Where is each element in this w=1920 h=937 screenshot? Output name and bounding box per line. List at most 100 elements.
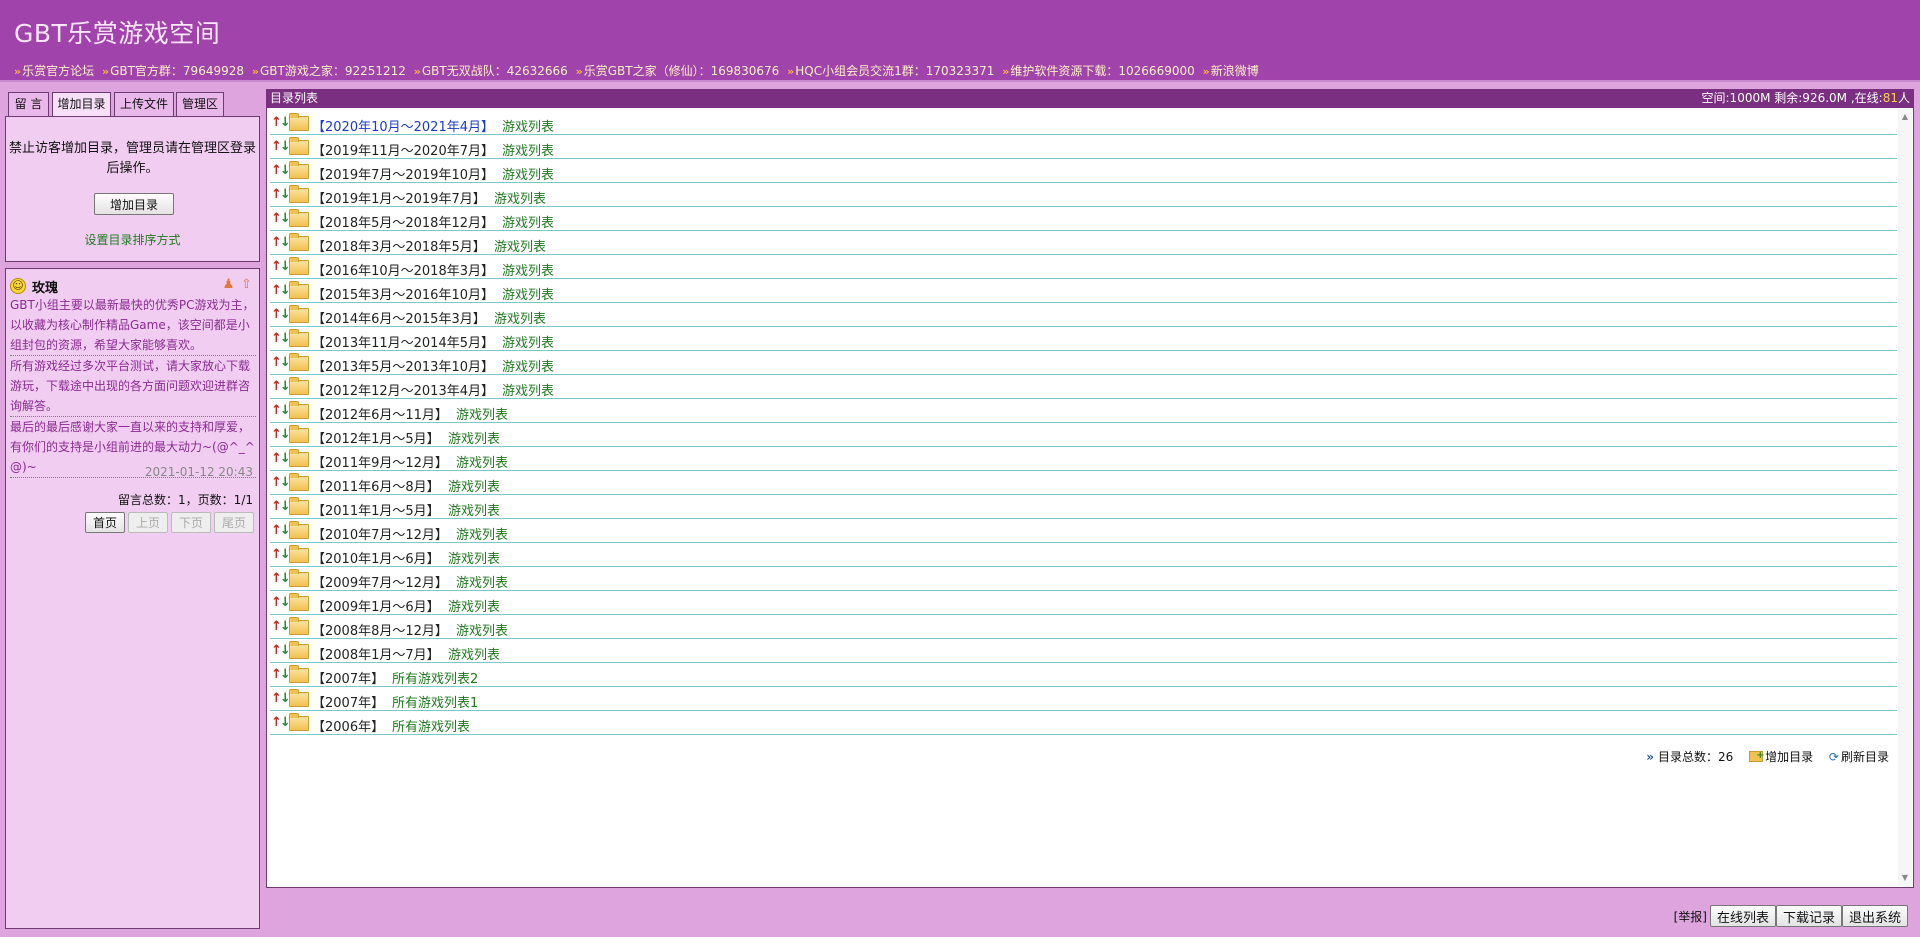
directory-name[interactable]: 【2011年9月～12月】 [312,452,448,471]
directory-row[interactable]: ↑↓ 【2012年12月～2013年4月】 游戏列表 [270,375,1897,399]
sort-handle-icon[interactable]: ↑↓ [271,282,291,299]
user-icon[interactable]: ♟ [221,277,236,292]
sort-handle-icon[interactable]: ↑↓ [271,642,291,659]
scroll-up-icon[interactable]: ▲ [1898,111,1912,123]
sort-handle-icon[interactable]: ↑↓ [271,570,291,587]
directory-name[interactable]: 【2011年6月～8月】 [312,476,440,495]
directory-row[interactable]: ↑↓ 【2008年8月～12月】 游戏列表 [270,615,1897,639]
header-link-hqc-group[interactable]: HQC小组会员交流1群：170323371 [795,64,994,78]
directory-name[interactable]: 【2007年】 [312,692,384,711]
sort-handle-icon[interactable]: ↑↓ [271,162,291,179]
directory-row[interactable]: ↑↓ 【2016年10月～2018年3月】 游戏列表 [270,255,1897,279]
directory-row[interactable]: ↑↓ 【2013年11月～2014年5月】 游戏列表 [270,327,1897,351]
sort-handle-icon[interactable]: ↑↓ [271,210,291,227]
report-link[interactable]: [举报] [1674,910,1707,924]
sort-handle-icon[interactable]: ↑↓ [271,138,291,155]
directory-row[interactable]: ↑↓ 【2008年1月～7月】 游戏列表 [270,639,1897,663]
directory-name[interactable]: 【2012年12月～2013年4月】 [312,380,494,399]
directory-row[interactable]: ↑↓ 【2010年1月～6月】 游戏列表 [270,543,1897,567]
prev-page-button[interactable]: 上页 [127,512,168,533]
download-history-button[interactable]: 下载记录 [1775,905,1842,927]
header-link-weibo[interactable]: 新浪微博 [1211,64,1259,78]
header-link-gbt-home[interactable]: 乐赏GBT之家（修仙）：169830676 [584,64,780,78]
directory-row[interactable]: ↑↓ 【2015年3月～2016年10月】 游戏列表 [270,279,1897,303]
sort-handle-icon[interactable]: ↑↓ [271,714,291,731]
tab-admin[interactable]: 管理区 [176,92,224,116]
directory-row[interactable]: ↑↓ 【2019年1月～2019年7月】 游戏列表 [270,183,1897,207]
tab-upload[interactable]: 上传文件 [114,92,174,116]
directory-row[interactable]: ↑↓ 【2011年6月～8月】 游戏列表 [270,471,1897,495]
directory-name[interactable]: 【2014年6月～2015年3月】 [312,308,486,327]
sort-handle-icon[interactable]: ↑↓ [271,186,291,203]
directory-name[interactable]: 【2020年10月～2021年4月】 [312,116,494,135]
directory-row[interactable]: ↑↓ 【2011年1月～5月】 游戏列表 [270,495,1897,519]
directory-row[interactable]: ↑↓ 【2018年5月～2018年12月】 游戏列表 [270,207,1897,231]
directory-name[interactable]: 【2011年1月～5月】 [312,500,440,519]
sort-handle-icon[interactable]: ↑↓ [271,522,291,539]
next-page-button[interactable]: 下页 [170,512,211,533]
directory-row[interactable]: ↑↓ 【2020年10月～2021年4月】 游戏列表 [270,111,1897,135]
directory-name[interactable]: 【2008年8月～12月】 [312,620,448,639]
sort-handle-icon[interactable]: ↑↓ [271,618,291,635]
first-page-button[interactable]: 首页 [84,512,125,533]
directory-name[interactable]: 【2010年1月～6月】 [312,548,440,567]
sort-handle-icon[interactable]: ↑↓ [271,354,291,371]
directory-row[interactable]: ↑↓ 【2019年7月～2019年10月】 游戏列表 [270,159,1897,183]
directory-name[interactable]: 【2019年7月～2019年10月】 [312,164,494,183]
directory-name[interactable]: 【2012年6月～11月】 [312,404,448,423]
sort-handle-icon[interactable]: ↑↓ [271,426,291,443]
directory-row[interactable]: ↑↓ 【2013年5月～2013年10月】 游戏列表 [270,351,1897,375]
sort-handle-icon[interactable]: ↑↓ [271,474,291,491]
tab-messages[interactable]: 留 言 [8,92,49,116]
directory-row[interactable]: ↑↓ 【2012年6月～11月】 游戏列表 [270,399,1897,423]
directory-row[interactable]: ↑↓ 【2018年3月～2018年5月】 游戏列表 [270,231,1897,255]
sort-handle-icon[interactable]: ↑↓ [271,498,291,515]
header-link-software[interactable]: 维护软件资源下载：1026669000 [1010,64,1194,78]
scroll-down-icon[interactable]: ▼ [1898,872,1912,884]
sort-handle-icon[interactable]: ↑↓ [271,546,291,563]
directory-name[interactable]: 【2019年1月～2019年7月】 [312,188,486,207]
sort-handle-icon[interactable]: ↑↓ [271,666,291,683]
sort-handle-icon[interactable]: ↑↓ [271,594,291,611]
header-link-forum[interactable]: 乐赏官方论坛 [22,64,94,78]
directory-row[interactable]: ↑↓ 【2009年1月～6月】 游戏列表 [270,591,1897,615]
directory-name[interactable]: 【2009年7月～12月】 [312,572,448,591]
directory-name[interactable]: 【2016年10月～2018年3月】 [312,260,494,279]
directory-name[interactable]: 【2010年7月～12月】 [312,524,448,543]
directory-row[interactable]: ↑↓ 【2010年7月～12月】 游戏列表 [270,519,1897,543]
last-page-button[interactable]: 尾页 [213,512,254,533]
sort-handle-icon[interactable]: ↑↓ [271,690,291,707]
tab-add-directory[interactable]: 增加目录 [52,92,111,117]
directory-row[interactable]: ↑↓ 【2009年7月～12月】 游戏列表 [270,567,1897,591]
directory-row[interactable]: ↑↓ 【2011年9月～12月】 游戏列表 [270,447,1897,471]
directory-row[interactable]: ↑↓ 【2012年1月～5月】 游戏列表 [270,423,1897,447]
directory-name[interactable]: 【2013年5月～2013年10月】 [312,356,494,375]
directory-name[interactable]: 【2015年3月～2016年10月】 [312,284,494,303]
sort-handle-icon[interactable]: ↑↓ [271,234,291,251]
scrollbar[interactable]: ▲ ▼ [1898,109,1912,886]
sort-handle-icon[interactable]: ↑↓ [271,450,291,467]
sort-handle-icon[interactable]: ↑↓ [271,258,291,275]
directory-row[interactable]: ↑↓ 【2014年6月～2015年3月】 游戏列表 [270,303,1897,327]
logout-button[interactable]: 退出系统 [1841,905,1908,927]
sort-handle-icon[interactable]: ↑↓ [271,402,291,419]
directory-name[interactable]: 【2013年11月～2014年5月】 [312,332,494,351]
sort-handle-icon[interactable]: ↑↓ [271,378,291,395]
directory-name[interactable]: 【2008年1月～7月】 [312,644,440,663]
header-link-official-group[interactable]: GBT官方群：79649928 [110,64,244,78]
directory-name[interactable]: 【2019年11月～2020年7月】 [312,140,494,159]
arrow-up-icon[interactable]: ⇧ [239,277,254,292]
sort-settings-link[interactable]: 设置目录排序方式 [6,231,259,248]
add-directory-button[interactable]: 增加目录 [94,193,174,215]
header-link-team[interactable]: GBT无双战队：42632666 [422,64,568,78]
refresh-directory-link[interactable]: ⟳ 刷新目录 [1829,750,1889,764]
directory-row[interactable]: ↑↓ 【2006年】 所有游戏列表 [270,711,1897,735]
directory-name[interactable]: 【2018年3月～2018年5月】 [312,236,486,255]
directory-name[interactable]: 【2012年1月～5月】 [312,428,440,447]
online-list-button[interactable]: 在线列表 [1709,905,1776,927]
sort-handle-icon[interactable]: ↑↓ [271,330,291,347]
sort-handle-icon[interactable]: ↑↓ [271,114,291,131]
add-directory-link[interactable]: 增加目录 [1749,750,1813,764]
directory-row[interactable]: ↑↓ 【2007年】 所有游戏列表2 [270,663,1897,687]
directory-name[interactable]: 【2006年】 [312,716,384,735]
